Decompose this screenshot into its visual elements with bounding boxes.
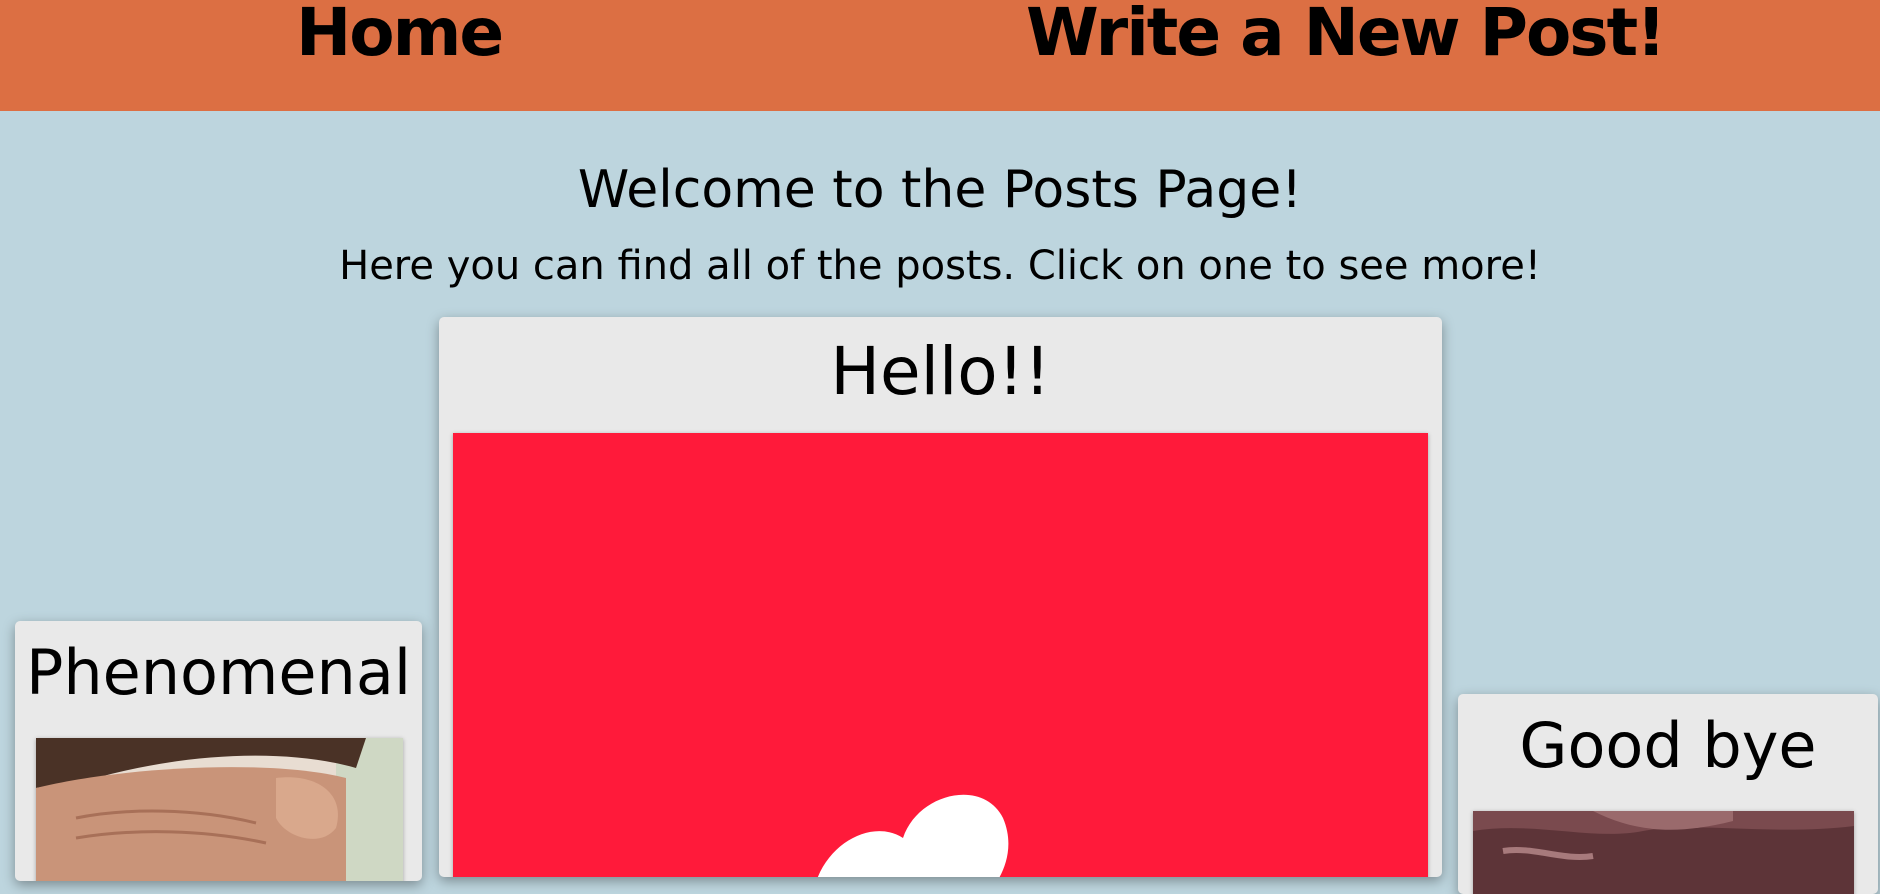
post-title: Hello!! bbox=[830, 333, 1051, 410]
post-title: Good bye bbox=[1519, 709, 1817, 782]
heart-image bbox=[453, 433, 1428, 877]
page-title: Welcome to the Posts Page! bbox=[577, 160, 1303, 220]
post-card-good-bye[interactable]: Good bye bbox=[1458, 694, 1878, 894]
nav-home-link[interactable]: Home bbox=[296, 0, 504, 66]
nav-write-post-link[interactable]: Write a New Post! bbox=[1026, 0, 1666, 66]
couch-photo-image bbox=[1473, 811, 1854, 894]
post-title: Phenomenal bbox=[25, 636, 412, 709]
page-subtitle: Here you can find all of the posts. Clic… bbox=[339, 243, 1541, 289]
post-card-phenomenal[interactable]: Phenomenal bbox=[15, 621, 422, 881]
post-card-hello[interactable]: Hello!! bbox=[439, 317, 1442, 877]
navbar: Home Write a New Post! bbox=[0, 0, 1880, 111]
post-image bbox=[453, 433, 1428, 877]
post-image bbox=[1473, 811, 1854, 894]
